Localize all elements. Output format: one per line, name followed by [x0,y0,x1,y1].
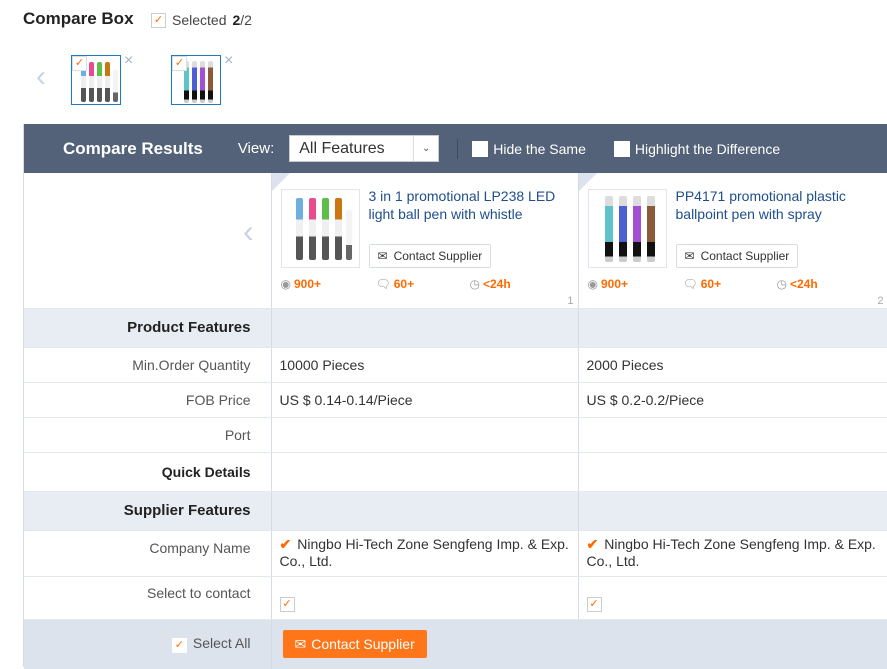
row-label: Company Name [24,530,272,577]
response-time: <24h [789,277,818,292]
row-label: Port [24,417,272,453]
row-label[interactable]: Quick Details [24,452,272,492]
remove-icon[interactable]: × [224,53,233,69]
contact-supplier-button[interactable]: ✉ Contact Supplier [675,244,799,269]
product-name-link[interactable]: PP4171 promotional plastic ballpoint pen… [676,187,876,223]
section-product-features: Product Features [24,308,887,348]
contact-button-label: Contact Supplier [311,636,415,653]
views-count: 900+ [600,277,629,292]
contact-supplier-main-button[interactable]: ✉ Contact Supplier [282,630,427,659]
chevron-left-icon[interactable]: ‹ [36,62,56,92]
selected-total: /2 [240,12,252,28]
contact-supplier-button[interactable]: ✉ Contact Supplier [368,244,492,269]
results-toolbar: Compare Results View: All Features ⌄ Hid… [24,124,887,173]
divider [457,138,459,159]
clock-icon: ◷ [469,277,480,292]
company-link[interactable]: Ningbo Hi-Tech Zone Sengfeng Imp. & Exp.… [280,536,569,569]
views-stat: ◉ 900+ [588,277,629,291]
company-cell: ✔ Ningbo Hi-Tech Zone Sengfeng Imp. & Exp… [271,530,579,577]
cell-value [271,417,579,453]
cell-value [578,417,887,453]
chevron-down-icon[interactable]: ⌄ [413,136,438,161]
views-count: 900+ [293,277,322,292]
view-label: View: [237,140,275,157]
select-all-cell: ✓ Select All [24,619,272,669]
response-time: <24h [482,277,511,292]
highlight-difference-checkbox[interactable] [613,140,630,157]
hide-same-label: Hide the Same [493,140,586,157]
envelope-icon: ✉ [377,249,388,264]
section-title: Supplier Features [24,491,272,531]
section-supplier-features: Supplier Features [24,491,887,531]
product-index: 2 [877,295,884,308]
row-label: Select to contact [24,576,272,620]
highlight-difference-label: Highlight the Difference [634,140,781,157]
messages-count: 60+ [700,277,722,292]
contact-supplier-label: Contact Supplier [393,249,483,264]
compare-thumbnail-1[interactable]: ✓ [71,55,121,105]
header-label-cell: ‹ [24,173,272,309]
selected-label: Selected [172,12,227,28]
selected-count: ✓ Selected 2/2 [151,12,252,28]
remove-icon[interactable]: × [124,53,133,69]
chevron-left-icon[interactable]: ‹ [243,213,254,250]
thumbnail-checkbox[interactable]: ✓ [172,56,187,71]
results-title: Compare Results [63,138,203,158]
hide-same-toggle[interactable]: Hide the Same [472,140,586,157]
chat-icon: 🗨 [682,277,698,292]
table-row-min-order: Min.Order Quantity 10000 Pieces 2000 Pie… [24,347,887,383]
view-select[interactable]: All Features ⌄ [289,135,440,162]
compare-thumbnail-2[interactable]: ✓ [171,55,221,105]
selected-checkbox[interactable]: ✓ [151,12,166,28]
verified-check-icon: ✔ [279,536,292,552]
messages-count: 60+ [393,277,415,292]
response-time-stat: ◷ <24h [470,277,511,291]
product-cell-2: PP4171 promotional plastic ballpoint pen… [578,173,887,309]
select-supplier-checkbox[interactable]: ✓ [279,596,295,612]
envelope-icon: ✉ [294,635,307,652]
table-row-fob-price: FOB Price US $ 0.14-0.14/Piece US $ 0.2-… [24,382,887,418]
compare-box-title: Compare Box [23,9,134,28]
product-header-row: ‹ 3 in 1 promotional LP238 LED light bal… [24,173,887,309]
table-row-port: Port [24,417,887,453]
table-row-quick-details: Quick Details [24,452,887,492]
compare-results-panel: Compare Results View: All Features ⌄ Hid… [23,124,887,669]
select-all-label[interactable]: Select All [193,635,251,651]
eye-icon: ◉ [587,277,598,292]
cell-value: 10000 Pieces [271,347,579,383]
section-title: Product Features [24,308,272,348]
table-row-select-contact: Select to contact ✓ ✓ [24,576,887,620]
messages-stat: 🗨 60+ [376,277,415,291]
highlight-difference-toggle[interactable]: Highlight the Difference [613,140,781,157]
company-cell: ✔ Ningbo Hi-Tech Zone Sengfeng Imp. & Exp… [578,530,887,577]
contact-supplier-label: Contact Supplier [700,249,790,264]
response-time-stat: ◷ <24h [777,277,818,291]
product-cell-1: 3 in 1 promotional LP238 LED light ball … [271,173,579,309]
select-all-checkbox[interactable]: ✓ [171,638,187,654]
row-label: Min.Order Quantity [24,347,272,383]
eye-icon: ◉ [280,277,291,292]
company-link[interactable]: Ningbo Hi-Tech Zone Sengfeng Imp. & Exp.… [587,536,876,569]
view-select-value: All Features [299,140,385,157]
envelope-icon: ✉ [684,249,695,264]
views-stat: ◉ 900+ [281,277,322,291]
cell-value: 2000 Pieces [578,347,887,383]
footer-row: ✓ Select All ✉ Contact Supplier [24,619,887,669]
verified-check-icon: ✔ [586,536,599,552]
table-row-company: Company Name ✔ Ningbo Hi-Tech Zone Sengfe… [24,530,887,577]
clock-icon: ◷ [776,277,787,292]
messages-stat: 🗨 60+ [683,277,722,291]
row-label: FOB Price [24,382,272,418]
cell-value: US $ 0.14-0.14/Piece [271,382,579,418]
product-image[interactable] [280,189,360,269]
cell-value: US $ 0.2-0.2/Piece [578,382,887,418]
product-name-link[interactable]: 3 in 1 promotional LP238 LED light ball … [369,187,569,223]
chat-icon: 🗨 [375,277,391,292]
thumbnail-checkbox[interactable]: ✓ [72,56,87,71]
product-index: 1 [567,295,574,308]
select-supplier-checkbox[interactable]: ✓ [586,596,602,612]
product-image[interactable] [587,189,667,269]
hide-same-checkbox[interactable] [472,140,489,157]
compare-table: ‹ 3 in 1 promotional LP238 LED light bal… [24,173,887,669]
